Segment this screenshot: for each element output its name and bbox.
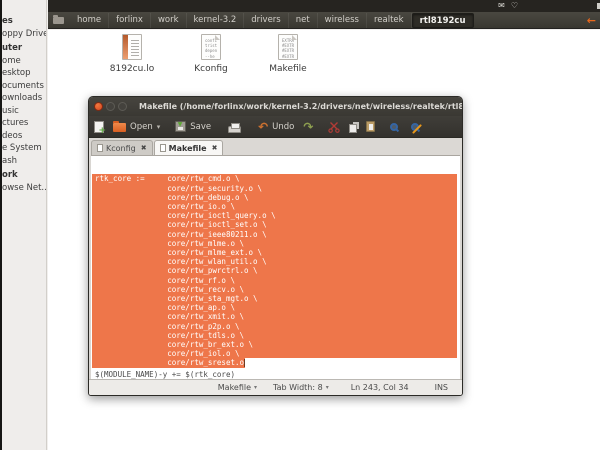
sidebar-item[interactable]: ome <box>2 55 46 68</box>
maximize-button[interactable] <box>118 102 127 111</box>
copy-icon <box>349 124 357 133</box>
paste-button[interactable] <box>366 121 375 132</box>
open-label: Open <box>130 122 153 132</box>
sidebar-item[interactable]: ash <box>2 155 46 168</box>
breadcrumb-home[interactable]: home <box>70 13 109 28</box>
new-document-icon <box>94 121 104 133</box>
tab-Kconfig[interactable]: Kconfig ✖ <box>91 140 153 155</box>
sidebar-item[interactable]: es <box>2 15 46 28</box>
file-icon: EXTRA #EXTR #EXTR #EXTR <box>278 34 298 60</box>
sidebar-item[interactable]: oppy Drive <box>2 28 46 41</box>
breadcrumb-scroll-left-icon[interactable]: ← <box>587 13 596 28</box>
redo-icon: ↷ <box>303 121 313 133</box>
sidebar-item[interactable]: usic <box>2 105 46 118</box>
breadcrumb-work[interactable]: work <box>151 13 187 28</box>
sidebar-item[interactable]: esktop <box>2 67 46 80</box>
breadcrumb-forlinx[interactable]: forlinx <box>109 13 151 28</box>
gedit-titlebar[interactable]: Makefile (/home/forlinx/work/kernel-3.2/… <box>89 97 462 116</box>
gedit-statusbar: Makefile ▾ Tab Width: 8 ▾ Ln 243, Col 34… <box>89 379 462 395</box>
text-editor-area[interactable]: rtk_core := core/rtw_cmd.o \ core/rtw_se… <box>91 155 460 379</box>
mail-indicator-icon[interactable]: ✉ <box>498 0 505 12</box>
sidebar-item[interactable]: ork <box>2 169 46 182</box>
gedit-toolbar: Open ▾ Save ↶ Undo ↷ <box>89 116 462 138</box>
document-icon <box>160 144 166 152</box>
breadcrumb-rtl8192cu[interactable]: rtl8192cu <box>412 13 474 28</box>
breadcrumb-drivers[interactable]: drivers <box>244 13 288 28</box>
open-folder-icon <box>113 123 126 132</box>
sidebar-item[interactable]: deos <box>2 130 46 143</box>
file-label: Makefile <box>256 64 320 74</box>
language-selector[interactable]: Makefile ▾ <box>218 383 257 392</box>
gedit-tabbar: Kconfig ✖ Makefile ✖ <box>89 138 462 155</box>
breadcrumb-wireless[interactable]: wireless <box>318 13 367 28</box>
save-button[interactable]: Save <box>175 121 211 132</box>
breadcrumb-net[interactable]: net <box>289 13 318 28</box>
tab-width-caret-icon: ▾ <box>326 384 329 391</box>
location-folder-icon <box>53 17 64 24</box>
screen-left-edge <box>0 0 2 450</box>
sidebar-item[interactable]: e System <box>2 142 46 155</box>
sidebar-item[interactable]: uter <box>2 42 46 55</box>
cut-button[interactable] <box>328 121 340 133</box>
undo-label: Undo <box>272 122 294 132</box>
language-caret-icon: ▾ <box>254 384 257 391</box>
selected-makefile-text: rtk_core := core/rtw_cmd.o \ core/rtw_se… <box>91 156 460 368</box>
breadcrumb-realtek[interactable]: realtek <box>367 13 412 28</box>
tab-Makefile[interactable]: Makefile ✖ <box>154 140 224 155</box>
find-replace-icon <box>411 123 419 131</box>
print-button[interactable] <box>228 121 241 133</box>
language-label: Makefile <box>218 383 251 392</box>
find-button[interactable] <box>390 123 398 131</box>
copy-button[interactable] <box>349 121 357 133</box>
close-button[interactable] <box>94 102 103 111</box>
file-label: 8192cu.lo <box>100 64 164 74</box>
file-icon <box>122 34 142 60</box>
minimize-button[interactable] <box>106 102 115 111</box>
close-tab-icon[interactable]: ✖ <box>141 144 147 152</box>
file-label: Kconfig <box>179 64 243 74</box>
file-Kconfig[interactable]: confi trist depen --he Kconfig <box>179 34 243 74</box>
open-caret-icon: ▾ <box>157 123 161 131</box>
breadcrumb-bar: homeforlinxworkkernel-3.2driversnetwirel… <box>48 12 600 29</box>
document-icon <box>97 144 103 152</box>
cut-scissors-icon <box>328 121 340 133</box>
gedit-window: Makefile (/home/forlinx/work/kernel-3.2/… <box>88 96 463 396</box>
replace-button[interactable] <box>411 123 419 131</box>
tab-width-label: Tab Width: 8 <box>273 383 323 392</box>
new-document-button[interactable] <box>94 121 104 133</box>
undo-button[interactable]: ↶ Undo <box>258 121 294 133</box>
save-icon <box>175 121 186 132</box>
breadcrumb: homeforlinxworkkernel-3.2driversnetwirel… <box>70 13 474 28</box>
search-icon <box>390 123 398 131</box>
close-tab-icon[interactable]: ✖ <box>212 144 218 152</box>
redo-button[interactable]: ↷ <box>303 121 313 133</box>
tab-label: Kconfig <box>106 144 136 153</box>
open-button[interactable]: Open ▾ <box>113 121 160 132</box>
sidebar-item[interactable]: ocuments <box>2 80 46 93</box>
clipped-code-line: $(MODULE_NAME)-y += $(rtk_core) <box>95 370 235 379</box>
desktop: esoppy Driveuteromeesktopocumentsownload… <box>0 0 600 450</box>
print-icon <box>228 126 241 133</box>
window-title: Makefile (/home/forlinx/work/kernel-3.2/… <box>139 102 462 111</box>
breadcrumb-kernel-3.2[interactable]: kernel-3.2 <box>187 13 245 28</box>
undo-icon: ↶ <box>258 121 268 133</box>
file-8192cu.lo[interactable]: 8192cu.lo <box>100 34 164 74</box>
sidebar-item[interactable]: ownloads <box>2 92 46 105</box>
file-icon: confi trist depen --he <box>201 34 221 60</box>
sidebar-item[interactable]: ctures <box>2 117 46 130</box>
tab-width-selector[interactable]: Tab Width: 8 ▾ <box>273 383 329 392</box>
paste-icon <box>366 121 375 132</box>
cursor-position: Ln 243, Col 34 <box>351 383 409 392</box>
file-Makefile[interactable]: EXTRA #EXTR #EXTR #EXTR Makefile <box>256 34 320 74</box>
save-label: Save <box>190 122 211 132</box>
insert-mode-indicator: INS <box>435 383 448 392</box>
top-panel: ✉ ♡ <box>48 0 600 12</box>
sidebar-item[interactable]: owse Net... <box>2 182 46 195</box>
places-sidebar: esoppy Driveuteromeesktopocumentsownload… <box>2 0 47 450</box>
tab-label: Makefile <box>169 144 207 153</box>
status-indicator-icon[interactable]: ♡ <box>511 0 518 12</box>
